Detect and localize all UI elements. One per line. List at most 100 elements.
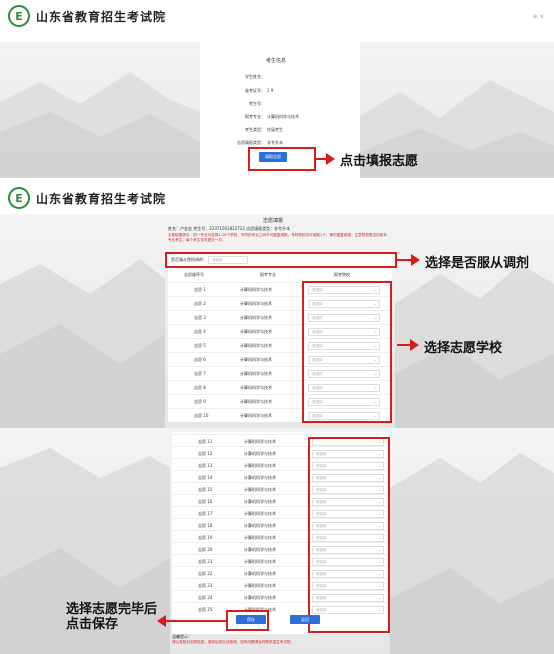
order-cell: 志愿 4	[194, 329, 206, 334]
highlight-box	[302, 281, 392, 423]
panel-application: E 山东省教育招生考试院 志愿填报 姓名：卢金宏 考生号：22371501822…	[0, 180, 554, 428]
order-cell: 志愿 1	[194, 287, 206, 292]
major-cell: 计算机科学与技术	[240, 301, 272, 306]
info-label: 志愿填报类型：	[237, 140, 265, 145]
major-cell: 计算机科学与技术	[240, 357, 272, 362]
info-row: 考生号：	[200, 101, 360, 109]
major-cell: 计算机科学与技术	[244, 535, 276, 540]
major-cell: 计算机科学与技术	[244, 595, 276, 600]
order-cell: 志愿 24	[198, 595, 213, 600]
major-cell: 计算机科学与技术	[240, 343, 272, 348]
order-cell: 志愿 14	[198, 475, 213, 480]
order-cell: 志愿 11	[198, 439, 213, 444]
highlight-box	[248, 147, 316, 171]
order-cell: 志愿 10	[194, 413, 209, 418]
annotation-fill: 点击填报志愿	[340, 154, 419, 169]
site-header: E 山东省教育招生考试院 ≡ ∨	[0, 0, 554, 32]
order-cell: 志愿 19	[198, 535, 213, 540]
site-header: E 山东省教育招生考试院	[0, 182, 554, 214]
header-menu-icon[interactable]: ≡ ∨	[533, 13, 544, 20]
major-cell: 计算机科学与技术	[244, 439, 276, 444]
order-cell: 志愿 20	[198, 547, 213, 552]
highlight-box	[226, 610, 269, 631]
major-cell: 计算机科学与技术	[244, 499, 276, 504]
info-value: 计算机科学与技术	[267, 114, 299, 119]
order-cell: 志愿 3	[194, 315, 206, 320]
annotation-save-2: 点击保存	[66, 617, 119, 632]
info-value: 1 9	[267, 88, 274, 93]
page-title: 志愿填报	[263, 218, 284, 224]
major-cell: 计算机科学与技术	[244, 523, 276, 528]
note-text: 请认真核对志愿信息，保存后将无法修改，如有问题请及时联系招生考试院。	[172, 640, 295, 644]
order-cell: 志愿 18	[198, 523, 213, 528]
order-cell: 志愿 7	[194, 371, 206, 376]
table-header: 志愿顺序号 报考专业 报考院校	[168, 268, 392, 281]
arrow-left-icon	[157, 615, 166, 627]
info-label: 考生号：	[249, 101, 265, 106]
major-cell: 计算机科学与技术	[244, 559, 276, 564]
info-value: 往届考生	[267, 127, 283, 132]
info-label: 考生类型：	[245, 127, 265, 132]
order-cell: 志愿 17	[198, 511, 213, 516]
arrow-right-icon	[411, 254, 420, 266]
logo-icon: E	[8, 5, 30, 27]
order-cell: 志愿 16	[198, 499, 213, 504]
page-title: 考生信息	[266, 58, 287, 64]
warning-text: 志愿填报提示：同一专业可选择1-20个学校，不同的专业之间不可重复填报，专科院校…	[168, 233, 387, 242]
info-label: 报考专业：	[245, 114, 265, 119]
panel-application-cont: 志愿 11计算机科学与技术志愿 12计算机科学与技术请选择志愿 13计算机科学与…	[0, 428, 554, 654]
info-row: 报考专业： 计算机科学与技术	[200, 114, 360, 122]
order-cell: 志愿 13	[198, 463, 213, 468]
annotation-adjust: 选择是否服从调剂	[425, 256, 530, 271]
major-cell: 计算机科学与技术	[244, 451, 276, 456]
order-cell: 志愿 5	[194, 343, 206, 348]
major-cell: 计算机科学与技术	[244, 463, 276, 468]
major-cell: 计算机科学与技术	[240, 399, 272, 404]
major-cell: 计算机科学与技术	[240, 385, 272, 390]
info-label: 学生姓名：	[245, 74, 265, 79]
major-cell: 计算机科学与技术	[240, 371, 272, 376]
info-row: 学生姓名：	[200, 74, 360, 82]
annotation-arrow	[165, 620, 226, 622]
order-cell: 志愿 25	[198, 607, 213, 612]
panel-candidate-info: E 山东省教育招生考试院 ≡ ∨ 考生信息 学生姓名： 准考证号： 1 9 考生…	[0, 0, 554, 180]
order-cell: 志愿 6	[194, 357, 206, 362]
major-cell: 计算机科学与技术	[240, 329, 272, 334]
candidate-summary: 姓名：卢金宏 考生号：22371501822722 志愿填报类型：非专升本	[168, 226, 291, 231]
annotation-arrow	[397, 259, 412, 261]
site-title: 山东省教育招生考试院	[36, 9, 167, 24]
order-cell: 志愿 22	[198, 571, 213, 576]
logo-icon: E	[8, 187, 30, 209]
major-cell: 计算机科学与技术	[240, 413, 272, 418]
info-row: 考生类型： 往届考生	[200, 127, 360, 135]
order-cell: 志愿 23	[198, 583, 213, 588]
info-label: 准考证号：	[245, 88, 265, 93]
arrow-right-icon	[326, 153, 335, 165]
order-cell: 志愿 12	[198, 451, 213, 456]
order-cell: 志愿 15	[198, 487, 213, 492]
info-row: 准考证号： 1 9	[200, 88, 360, 96]
major-cell: 计算机科学与技术	[244, 511, 276, 516]
major-cell: 计算机科学与技术	[244, 475, 276, 480]
major-cell: 计算机科学与技术	[244, 583, 276, 588]
order-cell: 志愿 2	[194, 301, 206, 306]
major-cell: 计算机科学与技术	[240, 315, 272, 320]
major-cell: 计算机科学与技术	[244, 547, 276, 552]
major-cell: 计算机科学与技术	[240, 287, 272, 292]
arrow-right-icon	[410, 339, 419, 351]
major-cell: 计算机科学与技术	[244, 571, 276, 576]
highlight-box	[308, 437, 390, 633]
site-title: 山东省教育招生考试院	[36, 191, 167, 206]
highlight-box	[165, 252, 397, 268]
col-header: 报考专业	[260, 272, 276, 277]
col-header: 报考院校	[334, 272, 350, 277]
order-cell: 志愿 8	[194, 385, 206, 390]
order-cell: 志愿 9	[194, 399, 206, 404]
annotation-school: 选择志愿学校	[424, 341, 503, 356]
col-header: 志愿顺序号	[184, 272, 204, 277]
back-button[interactable]: 返回	[290, 615, 320, 624]
order-cell: 志愿 21	[198, 559, 213, 564]
info-value: 非专升本	[267, 140, 283, 145]
annotation-arrow	[397, 344, 411, 346]
major-cell: 计算机科学与技术	[244, 487, 276, 492]
